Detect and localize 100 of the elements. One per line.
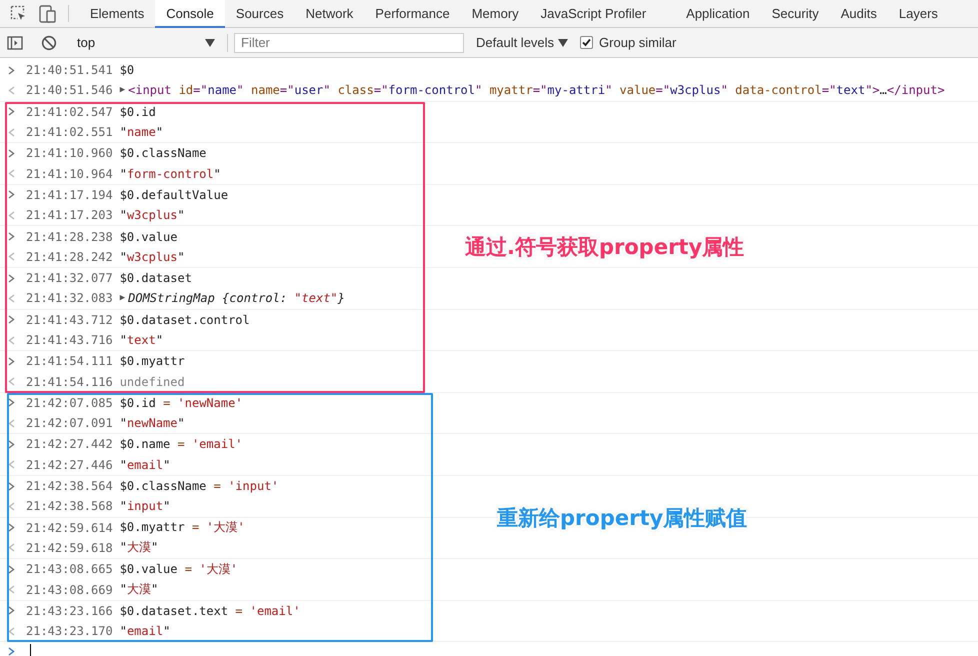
- prompt-chevron-icon: [8, 398, 15, 408]
- timestamp: 21:41:43.712: [26, 312, 113, 327]
- result-chevron-icon: [8, 585, 15, 594]
- timestamp: 21:42:07.085: [26, 396, 113, 410]
- timestamp: 21:41:10.960: [26, 146, 113, 160]
- panel-tab[interactable]: Console: [155, 0, 225, 28]
- caret-icon: [205, 38, 215, 46]
- command-text: $0.dataset.text = 'email': [120, 604, 300, 618]
- inspect-icon[interactable]: [10, 5, 27, 22]
- timestamp: 21:42:59.614: [26, 520, 113, 535]
- result-chevron-icon: [8, 86, 15, 95]
- panel-tab[interactable]: Application: [675, 0, 761, 28]
- result-text: DOMStringMap {control: "text"}: [128, 291, 345, 306]
- result-text: "form-control": [120, 166, 221, 181]
- command-text: $0.name = 'email': [120, 437, 243, 452]
- command-text: $0.id = 'newName': [120, 396, 243, 410]
- timestamp: 21:42:38.564: [26, 479, 113, 494]
- command-text: $0.dataset.control: [120, 312, 250, 327]
- timestamp: 21:42:07.091: [26, 416, 113, 430]
- timestamp: 21:41:02.547: [26, 104, 113, 119]
- timestamp: 21:43:23.170: [26, 624, 113, 638]
- group-similar-checkbox[interactable]: [580, 36, 594, 49]
- result-chevron-icon: [8, 336, 15, 344]
- prompt-chevron-icon: [8, 315, 15, 324]
- prompt-chevron-icon: [8, 148, 15, 158]
- prompt-chevron-icon: [8, 482, 15, 491]
- command-text: $0.defaultValue: [120, 188, 228, 202]
- result-text: "text": [120, 333, 164, 347]
- prompt-chevron-icon: [8, 440, 15, 449]
- result-text: "email": [120, 624, 170, 638]
- command-text: $0.className = 'input': [120, 479, 279, 494]
- panel-tab[interactable]: Layers: [888, 0, 949, 28]
- result-text: "input": [120, 499, 170, 514]
- timestamp: 21:42:59.618: [26, 540, 113, 555]
- panel-tab[interactable]: Performance: [364, 0, 461, 28]
- levels-dropdown[interactable]: Default levels: [472, 35, 572, 50]
- prompt-chevron-icon: [8, 66, 15, 75]
- result-text: "email": [120, 458, 170, 472]
- command-text: $0: [120, 63, 134, 78]
- result-text: "name": [120, 125, 164, 140]
- command-text: $0.value: [120, 230, 178, 244]
- result-chevron-icon: [8, 169, 15, 178]
- panel-tab[interactable]: Security: [760, 0, 830, 28]
- prompt-chevron-icon: [8, 232, 15, 242]
- command-text: $0.id: [120, 104, 156, 119]
- timestamp: 21:40:51.546: [26, 83, 113, 98]
- command-text: $0.myattr: [120, 354, 185, 368]
- caret-icon: [558, 38, 568, 46]
- sidebar-toggle-icon[interactable]: [7, 36, 23, 50]
- result-chevron-icon: [8, 377, 15, 386]
- timestamp: 21:43:08.665: [26, 562, 113, 576]
- timestamp: 21:41:28.242: [26, 250, 113, 264]
- device-toolbar-icon[interactable]: [39, 4, 56, 22]
- command-text: $0.value = '大漠': [120, 560, 238, 578]
- checkbox-label: Group similar: [599, 35, 676, 50]
- panel-tab[interactable]: Sources: [224, 0, 295, 28]
- context-select[interactable]: top: [71, 32, 221, 54]
- prompt-chevron-icon: [8, 190, 15, 200]
- result-text: "newName": [120, 416, 185, 430]
- expand-triangle[interactable]: ▶: [120, 293, 126, 304]
- panel-tab[interactable]: JavaScript Profiler: [530, 0, 658, 28]
- panel-tab[interactable]: Elements: [79, 0, 156, 28]
- result-chevron-icon: [8, 626, 15, 636]
- timestamp: 21:42:27.442: [26, 437, 113, 452]
- timestamp: 21:41:54.111: [26, 354, 113, 368]
- prompt-chevron-icon: [8, 274, 15, 283]
- result-text: "w3cplus": [120, 208, 185, 222]
- result-text: <input id="name" name="user" class="form-control" myattr="my-attri" value="w3cplus" data-control="text">…</input>: [128, 83, 945, 98]
- prompt-chevron-icon: [8, 107, 15, 116]
- result-chevron-icon: [8, 543, 15, 552]
- timestamp: 21:41:28.238: [26, 230, 113, 244]
- result-chevron-icon: [8, 418, 15, 428]
- prompt-chevron-icon: [8, 646, 15, 656]
- prompt-chevron-icon: [8, 523, 15, 532]
- result-text: "大漠": [120, 539, 158, 556]
- panel-tab[interactable]: Network: [294, 0, 364, 28]
- timestamp: 21:43:23.166: [26, 604, 113, 618]
- timestamp: 21:43:08.669: [26, 582, 113, 597]
- timestamp: 21:41:10.964: [26, 166, 113, 181]
- result-chevron-icon: [8, 128, 15, 137]
- timestamp: 21:41:32.083: [26, 291, 113, 306]
- expand-triangle[interactable]: ▶: [120, 85, 126, 96]
- timestamp: 21:41:02.551: [26, 125, 113, 140]
- timestamp: 21:40:51.541: [26, 63, 113, 78]
- result-text: undefined: [120, 374, 185, 389]
- panel-tab[interactable]: Audits: [830, 0, 888, 28]
- command-text: $0.className: [120, 146, 206, 160]
- timestamp: 21:42:27.446: [26, 458, 113, 472]
- prompt-chevron-icon: [8, 564, 15, 574]
- annotation-caption: 通过.符号获取property属性: [465, 234, 744, 262]
- command-text: $0.myattr = '大漠': [120, 519, 245, 536]
- panel-tab[interactable]: Memory: [460, 0, 530, 28]
- timestamp: 21:41:17.203: [26, 208, 113, 222]
- prompt-chevron-icon: [8, 356, 15, 366]
- command-text: $0.dataset: [120, 271, 192, 286]
- timestamp: 21:41:54.116: [26, 374, 113, 389]
- result-chevron-icon: [8, 252, 15, 262]
- clear-console-icon[interactable]: [41, 34, 57, 50]
- result-chevron-icon: [8, 502, 15, 511]
- filter-field[interactable]: Filter: [234, 32, 464, 52]
